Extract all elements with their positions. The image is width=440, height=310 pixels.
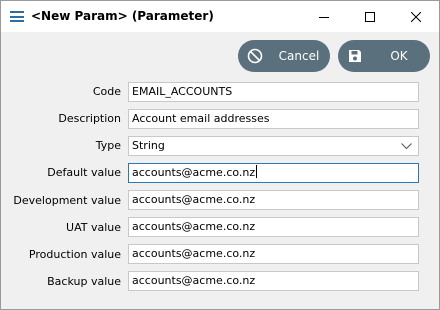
description-label: Description [58,112,121,125]
default-value-text: accounts@acme.co.nz [132,166,256,179]
maximize-button[interactable] [347,1,393,32]
title-bar[interactable]: <New Param> (Parameter) [1,1,439,32]
close-icon [411,11,421,22]
development-value-label: Development value [13,194,121,207]
uat-value-field[interactable]: accounts@acme.co.nz [128,217,419,237]
uat-value-label: UAT value [66,221,121,234]
type-label: Type [95,139,121,152]
cancel-label: Cancel [278,49,320,63]
window-title: <New Param> (Parameter) [31,9,214,23]
maximize-icon [365,11,375,22]
type-select[interactable]: String [128,136,419,156]
default-value-label: Default value [47,166,121,179]
save-icon [349,50,361,62]
backup-value-field[interactable]: accounts@acme.co.nz [128,271,419,291]
default-value-field[interactable]: accounts@acme.co.nz [128,163,419,183]
cancel-icon [247,48,263,64]
text-caret [256,165,258,178]
code-field[interactable]: EMAIL_ACCOUNTS [128,82,419,102]
parameter-dialog: <New Param> (Parameter) Cancel OK Code E… [0,0,440,310]
close-button[interactable] [393,1,439,32]
chevron-down-icon[interactable] [401,143,412,150]
type-selected-value: String [132,139,165,152]
ok-button[interactable]: OK [338,40,430,72]
production-value-label: Production value [28,248,121,261]
code-label: Code [92,85,121,98]
development-value-field[interactable]: accounts@acme.co.nz [128,190,419,210]
production-value-field[interactable]: accounts@acme.co.nz [128,244,419,264]
cancel-button[interactable]: Cancel [238,40,330,72]
ok-label: OK [390,49,408,63]
minimize-icon [319,16,329,18]
description-field[interactable]: Account email addresses [128,109,419,129]
menu-icon[interactable] [10,11,24,22]
minimize-button[interactable] [301,1,347,32]
backup-value-label: Backup value [47,275,121,288]
